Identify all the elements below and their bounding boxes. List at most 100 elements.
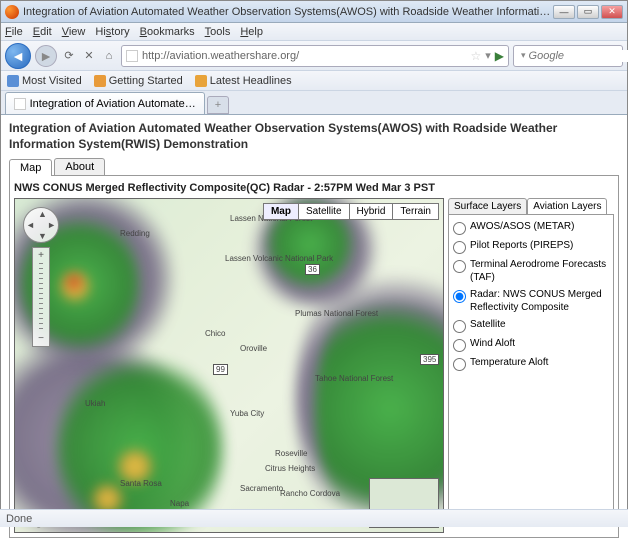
pan-down-icon[interactable]: ▼: [38, 231, 47, 241]
tab-aviation-layers[interactable]: Aviation Layers: [527, 198, 607, 214]
menu-view[interactable]: View: [62, 26, 86, 38]
aviation-layers-panel: AWOS/ASOS (METAR) Pilot Reports (PIREPS)…: [448, 214, 614, 524]
bookmarks-toolbar: Most Visited Getting Started Latest Head…: [1, 71, 627, 91]
minimize-button[interactable]: —: [553, 5, 575, 19]
map-label: Lassen Volcanic National Park: [225, 254, 333, 263]
bookmark-star-icon[interactable]: ☆: [470, 49, 481, 63]
search-dropdown-icon[interactable]: ▾: [521, 50, 526, 61]
search-input[interactable]: [529, 50, 628, 62]
go-button[interactable]: ▶: [495, 49, 504, 63]
stop-button[interactable]: ✕: [81, 48, 97, 64]
radio-satellite[interactable]: [453, 320, 466, 333]
map-label: Plumas National Forest: [295, 309, 378, 318]
forward-button[interactable]: ►: [35, 45, 57, 67]
pan-right-icon[interactable]: ►: [47, 220, 56, 230]
bookmark-latest-headlines[interactable]: Latest Headlines: [195, 75, 292, 87]
bookmark-getting-started[interactable]: Getting Started: [94, 75, 183, 87]
layer-option-wind[interactable]: Wind Aloft: [453, 338, 609, 352]
page-icon: [94, 75, 106, 87]
tab-label: Integration of Aviation Automated ...: [30, 98, 196, 110]
map-label: Sacramento: [240, 484, 283, 493]
zoom-in-icon[interactable]: +: [38, 250, 44, 261]
radar-title: NWS CONUS Merged Reflectivity Composite(…: [14, 180, 614, 198]
tab-map[interactable]: Map: [9, 159, 52, 176]
map-type-selector: Map Satellite Hybrid Terrain: [263, 203, 439, 220]
radio-awos[interactable]: [453, 222, 466, 235]
page-content: Integration of Aviation Automated Weathe…: [1, 115, 627, 544]
zoom-slider[interactable]: + −: [32, 247, 50, 347]
radio-wind[interactable]: [453, 339, 466, 352]
menu-bar: File Edit View History Bookmarks Tools H…: [1, 23, 627, 41]
pan-control[interactable]: ▲ ▼ ◄ ►: [23, 207, 59, 243]
layer-panel: Surface Layers Aviation Layers AWOS/ASOS…: [448, 198, 614, 533]
map-type-map[interactable]: Map: [264, 204, 298, 219]
pan-left-icon[interactable]: ◄: [26, 220, 35, 230]
window-title: Integration of Aviation Automated Weathe…: [23, 6, 553, 18]
status-text: Done: [6, 513, 32, 525]
bookmark-most-visited[interactable]: Most Visited: [7, 75, 82, 87]
route-shield: 99: [213, 364, 228, 375]
layer-option-radar[interactable]: Radar: NWS CONUS Merged Reflectivity Com…: [453, 289, 609, 314]
radio-radar[interactable]: [453, 290, 466, 303]
map-label: Yuba City: [230, 409, 264, 418]
tab-favicon: [14, 98, 26, 110]
tab-strip: Integration of Aviation Automated ... +: [1, 91, 627, 115]
dropdown-icon[interactable]: ▾: [485, 49, 491, 62]
app-tabs: Map About: [9, 158, 619, 176]
map-type-satellite[interactable]: Satellite: [298, 204, 349, 219]
map-label: Chico: [205, 329, 225, 338]
layer-option-taf[interactable]: Terminal Aerodrome Forecasts (TAF): [453, 259, 609, 284]
map-label: Ukiah: [85, 399, 105, 408]
close-button[interactable]: ✕: [601, 5, 623, 19]
radio-taf[interactable]: [453, 260, 466, 273]
layer-option-pirep[interactable]: Pilot Reports (PIREPS): [453, 240, 609, 254]
menu-file[interactable]: File: [5, 26, 23, 38]
new-tab-button[interactable]: +: [207, 96, 229, 114]
url-bar[interactable]: ☆ ▾ ▶: [121, 45, 509, 67]
navigation-toolbar: ◄ ► ⟳ ✕ ⌂ ☆ ▾ ▶ ▾: [1, 41, 627, 71]
map-view[interactable]: Redding Lassen National Forest Lassen Vo…: [14, 198, 444, 533]
map-label: Tahoe National Forest: [315, 374, 393, 383]
zoom-track[interactable]: [39, 263, 43, 331]
url-input[interactable]: [142, 50, 466, 62]
site-favicon: [126, 50, 138, 62]
map-label: Redding: [120, 229, 150, 238]
back-button[interactable]: ◄: [5, 43, 31, 69]
layer-option-temp[interactable]: Temperature Aloft: [453, 357, 609, 371]
menu-bookmarks[interactable]: Bookmarks: [140, 26, 195, 38]
reload-button[interactable]: ⟳: [61, 48, 77, 64]
zoom-out-icon[interactable]: −: [38, 333, 44, 344]
menu-help[interactable]: Help: [240, 26, 263, 38]
route-shield: 36: [305, 264, 320, 275]
status-bar: Done: [0, 509, 628, 527]
menu-tools[interactable]: Tools: [205, 26, 231, 38]
map-label: Citrus Heights: [265, 464, 315, 473]
map-label: Roseville: [275, 449, 307, 458]
map-label: Oroville: [240, 344, 267, 353]
page-title: Integration of Aviation Automated Weathe…: [9, 121, 619, 152]
map-type-hybrid[interactable]: Hybrid: [349, 204, 393, 219]
home-button[interactable]: ⌂: [101, 48, 117, 64]
radio-pirep[interactable]: [453, 241, 466, 254]
tab-surface-layers[interactable]: Surface Layers: [448, 198, 527, 214]
pan-up-icon[interactable]: ▲: [38, 209, 47, 219]
layer-option-satellite[interactable]: Satellite: [453, 319, 609, 333]
window-titlebar: Integration of Aviation Automated Weathe…: [1, 1, 627, 23]
app-body: NWS CONUS Merged Reflectivity Composite(…: [9, 176, 619, 538]
menu-history[interactable]: History: [95, 26, 129, 38]
map-label: Santa Rosa: [120, 479, 162, 488]
radio-temp[interactable]: [453, 358, 466, 371]
firefox-icon: [5, 5, 19, 19]
browser-tab-active[interactable]: Integration of Aviation Automated ...: [5, 92, 205, 114]
menu-edit[interactable]: Edit: [33, 26, 52, 38]
rss-icon: [195, 75, 207, 87]
tab-about[interactable]: About: [54, 158, 105, 175]
maximize-button[interactable]: ▭: [577, 5, 599, 19]
map-type-terrain[interactable]: Terrain: [392, 204, 438, 219]
folder-icon: [7, 75, 19, 87]
search-box[interactable]: ▾: [513, 45, 623, 67]
zoom-pan-control: ▲ ▼ ◄ ► + −: [23, 207, 59, 347]
route-shield: 395: [420, 354, 439, 365]
layer-option-awos[interactable]: AWOS/ASOS (METAR): [453, 221, 609, 235]
map-label: Rancho Cordova: [280, 489, 340, 498]
